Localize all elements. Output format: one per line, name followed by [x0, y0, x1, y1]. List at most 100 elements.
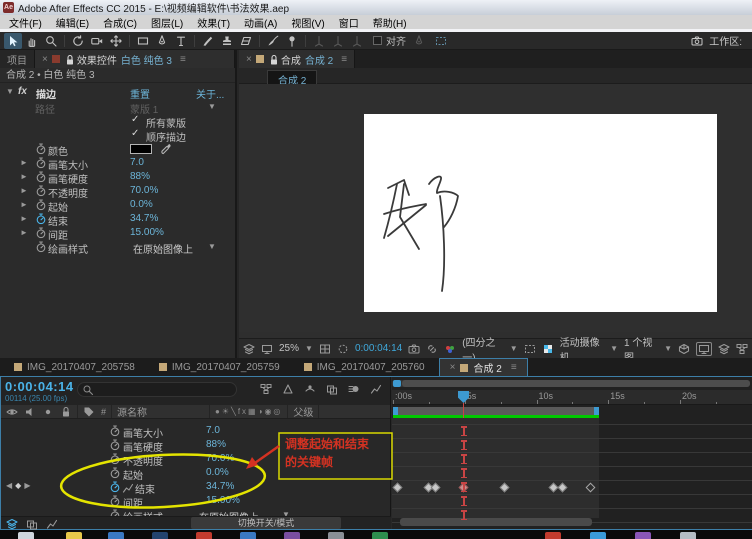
sync-settings-icon[interactable]: [691, 35, 703, 47]
graph-toggle[interactable]: [370, 383, 382, 395]
shy-toggle[interactable]: [304, 383, 316, 395]
navigator-start-handle[interactable]: [393, 380, 401, 387]
channels-icon[interactable]: [444, 343, 456, 355]
timeline-button-icon[interactable]: [718, 343, 730, 355]
comp-timecode[interactable]: 0:00:04:14: [355, 343, 402, 354]
taskbar-app-icon[interactable]: [284, 532, 300, 539]
twirl-icon[interactable]: ►: [20, 228, 28, 237]
taskbar-app-icon[interactable]: [680, 532, 696, 539]
footage-tab[interactable]: IMG_20170407_205760: [294, 358, 435, 376]
about-button[interactable]: 关于...: [196, 86, 224, 101]
zoom-tool[interactable]: [42, 33, 60, 49]
taskbar-app-icon[interactable]: [328, 532, 344, 539]
chevron-down-icon[interactable]: ▼: [208, 242, 216, 251]
menu-item[interactable]: 效果(T): [190, 15, 237, 30]
zoom-level[interactable]: 25%: [279, 343, 299, 354]
twirl-icon[interactable]: ►: [20, 200, 28, 209]
taskbar-app-icon[interactable]: [18, 532, 34, 539]
prop-value[interactable]: 88%: [130, 171, 150, 182]
stopwatch-icon[interactable]: [109, 481, 121, 493]
fast-previews-icon[interactable]: [698, 343, 710, 355]
always-preview-icon[interactable]: [243, 343, 255, 355]
prop-value[interactable]: 70.0%: [130, 185, 158, 196]
work-area-start-handle[interactable]: [393, 407, 398, 415]
stopwatch-icon[interactable]: [35, 199, 47, 211]
chevron-down-icon[interactable]: ▼: [664, 344, 672, 353]
twirl-icon[interactable]: ▼: [6, 87, 14, 96]
snapshot-icon[interactable]: [408, 343, 420, 355]
taskbar-app-icon[interactable]: [108, 532, 124, 539]
eraser-tool[interactable]: [237, 33, 255, 49]
transparency-grid-icon[interactable]: [542, 343, 554, 355]
taskbar-app-icon[interactable]: [152, 532, 168, 539]
time-ruler[interactable]: :00s 5s 10s 15s 20s: [392, 390, 752, 405]
snap-checkbox[interactable]: [373, 36, 382, 45]
checkbox-checked-icon[interactable]: ✓: [131, 114, 139, 125]
hand-tool[interactable]: [23, 33, 41, 49]
close-icon[interactable]: ×: [246, 54, 252, 65]
search-icon[interactable]: [82, 384, 94, 396]
show-snapshot-icon[interactable]: [426, 343, 438, 355]
add-keyframe-icon[interactable]: ◆: [15, 481, 21, 490]
stopwatch-icon[interactable]: [109, 425, 121, 437]
expand-graph-icon[interactable]: [46, 518, 58, 530]
chevron-down-icon[interactable]: ▼: [510, 344, 518, 353]
camera-tool[interactable]: [88, 33, 106, 49]
flowchart-button-icon[interactable]: [736, 343, 748, 355]
prop-value[interactable]: 34.7%: [206, 481, 234, 492]
shape-tool[interactable]: [134, 33, 152, 49]
tab-effect-controls[interactable]: × 效果控件 白色 纯色 3 ≡: [35, 50, 235, 68]
stopwatch-icon[interactable]: [109, 453, 121, 465]
sync-settings-icon[interactable]: [691, 35, 703, 47]
clone-stamp-tool[interactable]: [218, 33, 236, 49]
fast-previews-icon[interactable]: [696, 341, 712, 356]
channels-icon[interactable]: [444, 343, 456, 355]
close-icon[interactable]: ×: [42, 54, 48, 65]
eyedropper-icon[interactable]: [160, 143, 172, 155]
safe-margins-icon[interactable]: [319, 343, 331, 355]
menu-item[interactable]: 视图(V): [284, 15, 331, 30]
expand-layers-icon[interactable]: [6, 518, 18, 530]
prop-value[interactable]: 15.00%: [206, 495, 240, 506]
stopwatch-icon[interactable]: [35, 143, 47, 155]
expand-inout-icon[interactable]: [26, 518, 38, 530]
menu-item[interactable]: 文件(F): [2, 15, 49, 30]
prop-value[interactable]: 7.0: [206, 425, 220, 436]
menu-item[interactable]: 动画(A): [237, 15, 284, 30]
tab-project[interactable]: 项目: [0, 50, 35, 68]
eyedropper-icon[interactable]: [160, 143, 172, 155]
current-timecode[interactable]: 0:00:04:14: [5, 379, 74, 394]
axis-mode-local[interactable]: [310, 33, 328, 49]
panel-menu-icon[interactable]: ≡: [341, 54, 347, 65]
draft3d-toggle[interactable]: [282, 383, 294, 395]
flowchart-toggle[interactable]: [260, 383, 272, 395]
prev-keyframe-icon[interactable]: ◀: [6, 481, 12, 490]
pixel-aspect-icon[interactable]: [678, 343, 690, 355]
panel-menu-icon[interactable]: ≡: [511, 362, 517, 373]
keyframe-navigator[interactable]: ◀ ◆ ▶: [6, 481, 30, 490]
rotate-tool[interactable]: [69, 33, 87, 49]
twirl-icon[interactable]: ►: [20, 158, 28, 167]
stopwatch-icon[interactable]: [109, 481, 121, 493]
prop-value[interactable]: 15.00%: [130, 227, 164, 238]
primary-viewer-icon[interactable]: [261, 343, 273, 355]
work-area-bar[interactable]: [393, 407, 599, 415]
safe-margins-icon[interactable]: [319, 343, 331, 355]
snapshot-icon[interactable]: [408, 343, 420, 355]
stopwatch-icon[interactable]: [35, 143, 47, 155]
timeline-navigator[interactable]: [392, 380, 750, 387]
footage-tab[interactable]: IMG_20170407_205758: [4, 358, 145, 376]
parent-column[interactable]: 父级: [288, 405, 320, 419]
taskbar-app-icon[interactable]: [66, 532, 82, 539]
selection-tool[interactable]: [4, 32, 22, 49]
stopwatch-icon[interactable]: [109, 495, 121, 507]
playhead-line[interactable]: [463, 403, 464, 418]
roto-brush-tool[interactable]: [264, 33, 282, 49]
primary-viewer-icon[interactable]: [261, 343, 273, 355]
timeline-button-icon[interactable]: [718, 343, 730, 355]
menu-item[interactable]: 编辑(E): [49, 15, 96, 30]
next-keyframe-icon[interactable]: ▶: [24, 481, 30, 490]
flowchart-button-icon[interactable]: [736, 343, 748, 355]
pan-behind-tool[interactable]: [107, 33, 125, 49]
region-of-interest-icon[interactable]: [524, 343, 536, 355]
